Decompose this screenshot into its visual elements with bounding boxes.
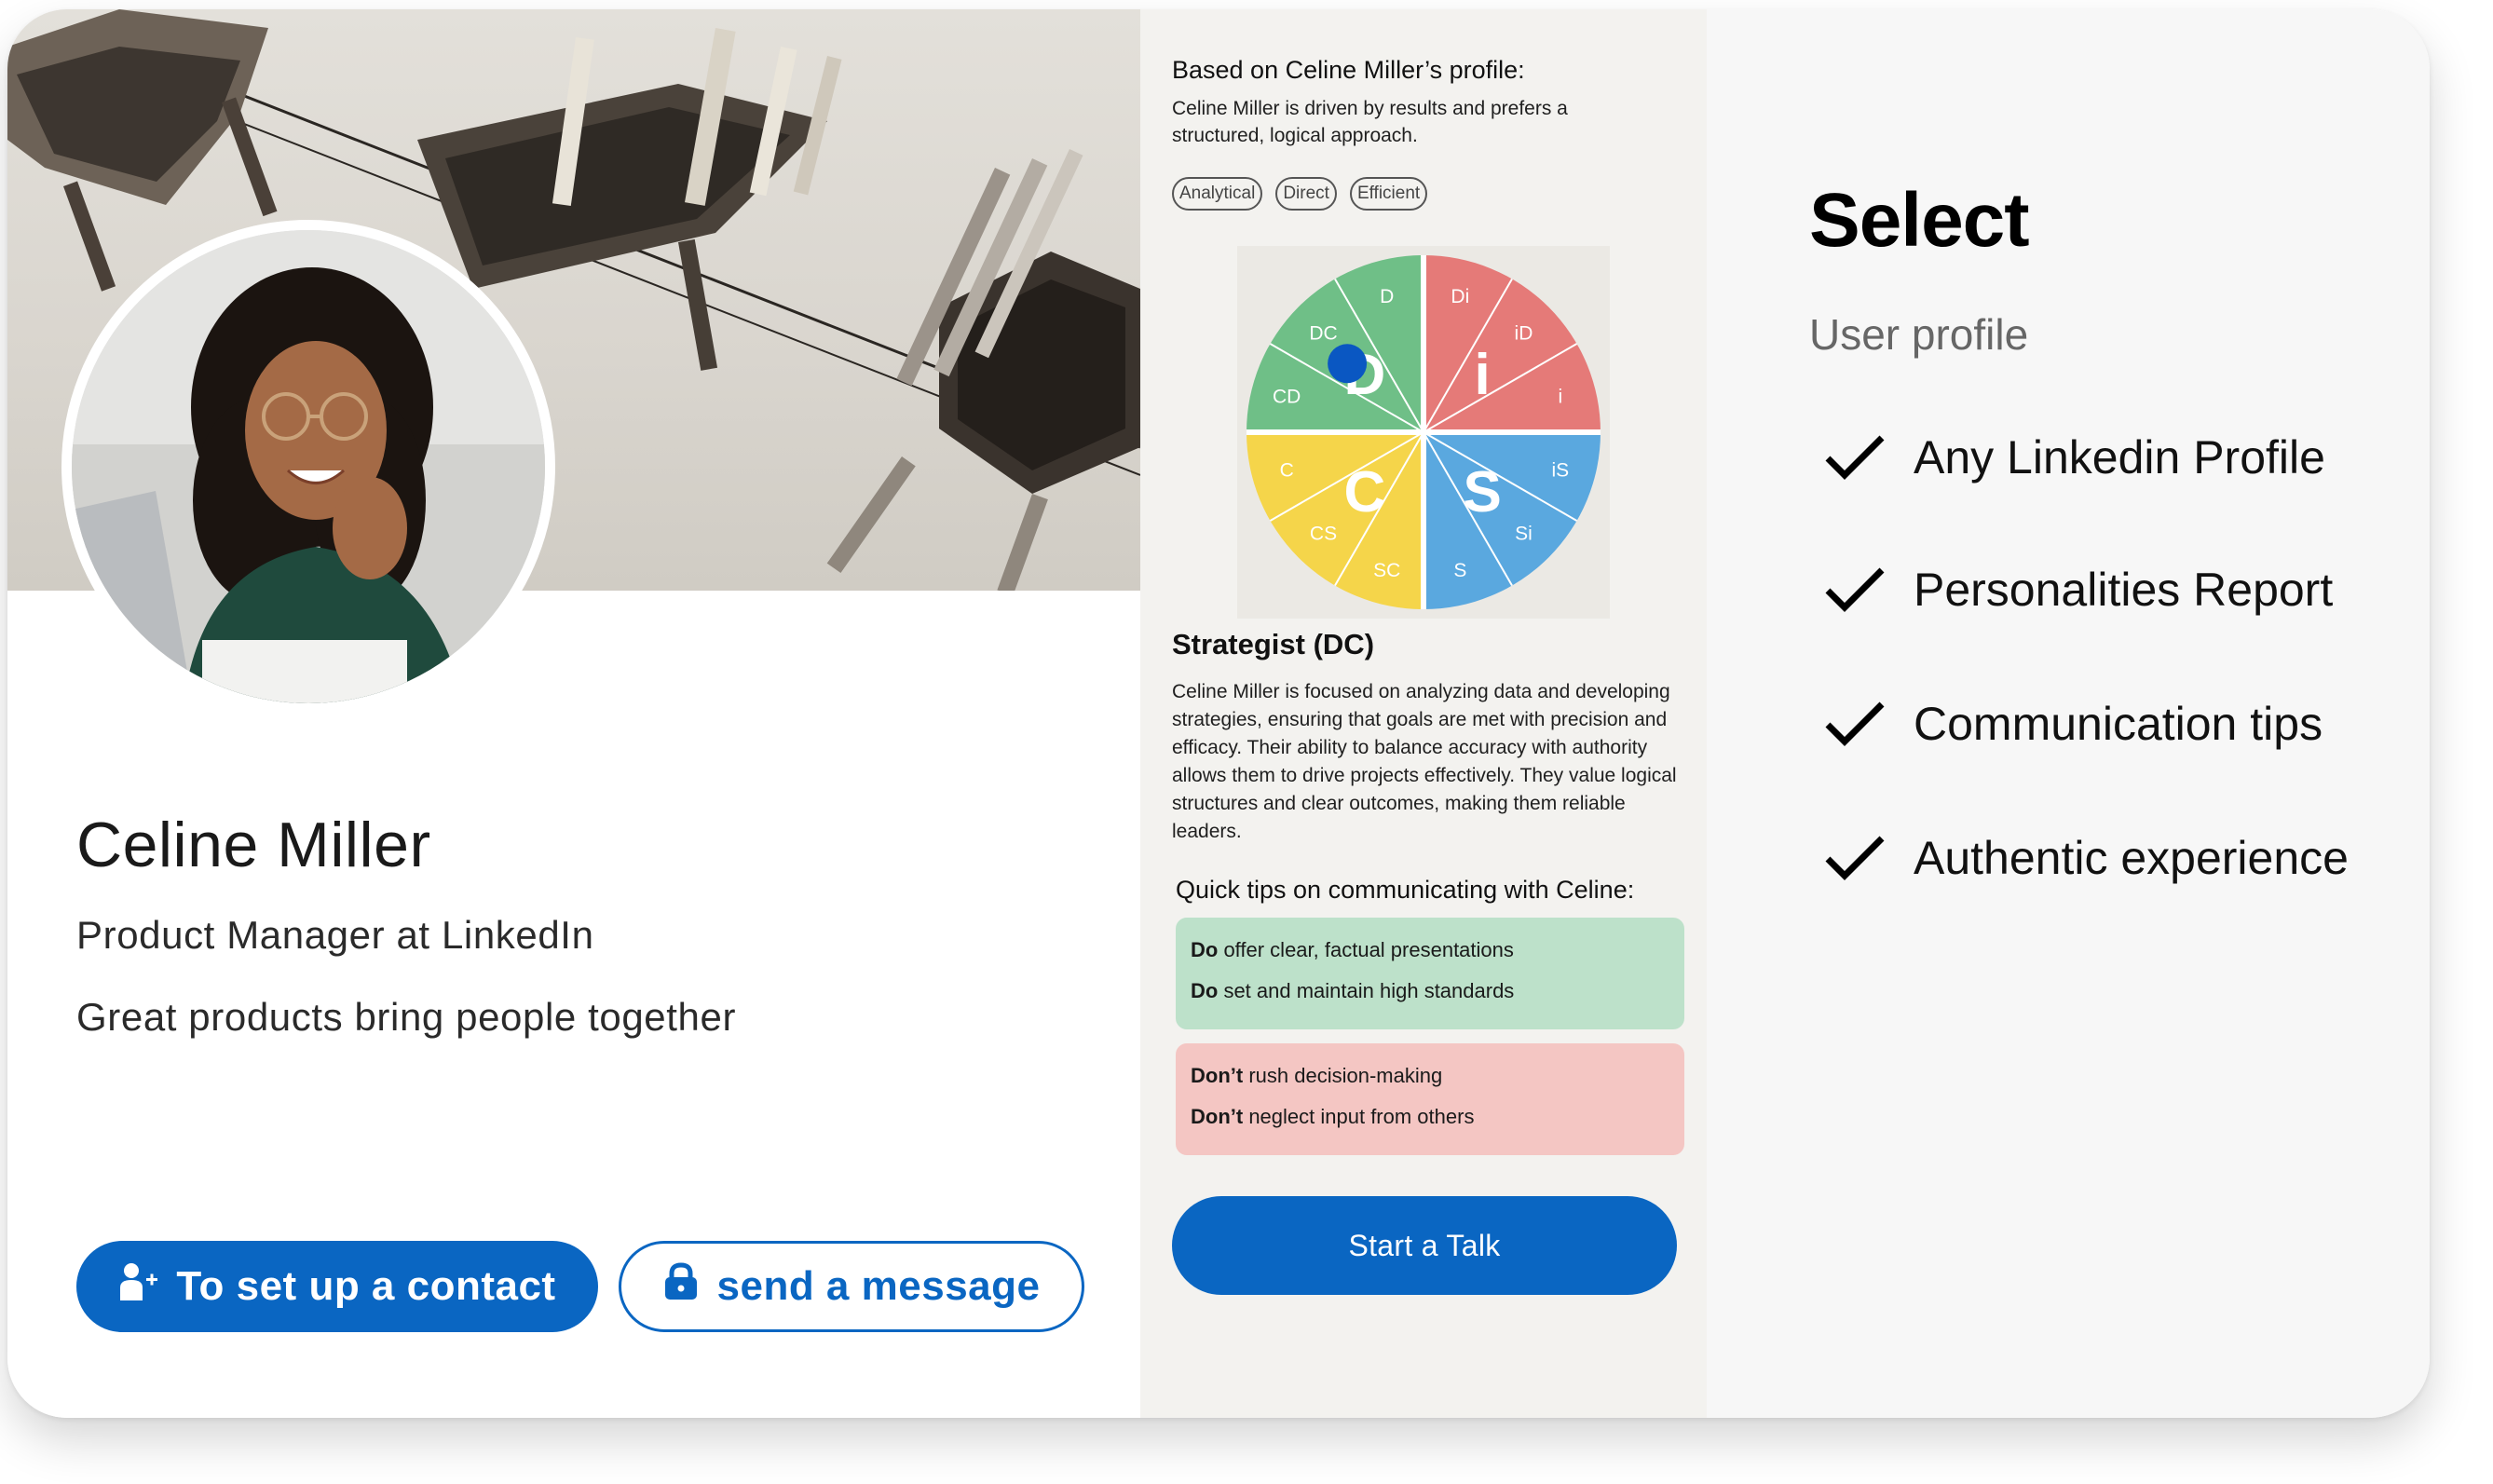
trait-chip: Efficient <box>1349 177 1428 211</box>
lock-icon <box>663 1261 699 1312</box>
disc-quadrant-letter: C <box>1343 460 1385 524</box>
start-talk-button[interactable]: Start a Talk <box>1172 1196 1677 1295</box>
checkmark-icon <box>1825 701 1885 746</box>
feature-item: Personalities Report <box>1824 563 2333 617</box>
select-title: Select <box>1809 178 2030 263</box>
set-up-contact-button[interactable]: To set up a contact <box>76 1241 598 1332</box>
feature-label: Personalities Report <box>1914 564 2334 616</box>
send-message-button[interactable]: send a message <box>619 1241 1084 1332</box>
disc-segment-label: iS <box>1551 459 1569 481</box>
report-heading: Based on Celine Miller’s profile: <box>1172 56 1525 84</box>
disc-segment-label: i <box>1558 387 1562 408</box>
checkmark-icon <box>1825 836 1885 880</box>
disc-segment-label: Si <box>1515 523 1533 544</box>
disc-segment-label: C <box>1280 459 1294 481</box>
feature-item: Authentic experience <box>1824 831 2349 885</box>
profile-name: Celine Miller <box>76 810 431 880</box>
disc-segment-label: iD <box>1515 323 1533 345</box>
disc-quadrant-letter: S <box>1463 460 1501 524</box>
send-message-label: send a message <box>716 1263 1041 1309</box>
disc-segment-label: S <box>1453 560 1466 581</box>
feature-label: Communication tips <box>1914 698 2323 750</box>
dont-tip: Don’t neglect input from others <box>1191 1105 1475 1128</box>
profile-title: Product Manager at LinkedIn <box>76 913 594 957</box>
disc-position-marker <box>1328 344 1368 384</box>
checkmark-icon <box>1825 435 1885 480</box>
disc-wheel: DiiDiiSSiSSCCSCCDDCDD iSC <box>1237 246 1610 619</box>
feature-item: Communication tips <box>1824 697 2323 751</box>
disc-segment-label: CS <box>1310 523 1337 544</box>
tips-title: Quick tips on communicating with Celine: <box>1176 876 1635 904</box>
disc-segment-label: Di <box>1451 286 1469 307</box>
trait-chips: Analytical Direct Efficient <box>1172 177 1428 211</box>
profile-photo <box>61 220 555 714</box>
do-tips-box: Do offer clear, factual presentations Do… <box>1176 918 1684 1029</box>
personality-report-panel: Based on Celine Miller’s profile: Celine… <box>1140 9 1707 1418</box>
disc-quadrant-letter: i <box>1475 343 1491 407</box>
report-summary: Celine Miller is driven by results and p… <box>1172 98 1568 146</box>
select-subtitle: User profile <box>1809 310 2029 359</box>
disc-segment-label: SC <box>1373 560 1400 581</box>
disc-segment-label: CD <box>1273 387 1301 408</box>
feature-item: Any Linkedin Profile <box>1824 430 2325 484</box>
dont-tip: Don’t rush decision-making <box>1191 1064 1443 1087</box>
profile-tagline: Great products bring people together <box>76 995 737 1039</box>
do-tip: Do offer clear, factual presentations <box>1191 938 1514 961</box>
checkmark-icon <box>1825 567 1885 612</box>
feature-label: Any Linkedin Profile <box>1914 431 2325 483</box>
personality-type-description: Celine Miller is focused on analyzing da… <box>1172 681 1677 842</box>
trait-chip: Analytical <box>1172 177 1263 211</box>
select-panel: Select User profile Any Linkedin Profile… <box>1707 9 2430 1418</box>
set-up-contact-label: To set up a contact <box>176 1263 556 1309</box>
trait-chip: Direct <box>1275 177 1337 211</box>
profile-card: Celine Miller Product Manager at LinkedI… <box>7 9 2430 1418</box>
disc-segment-label: D <box>1380 286 1394 307</box>
profile-panel: Celine Miller Product Manager at LinkedI… <box>7 9 1140 1418</box>
feature-label: Authentic experience <box>1914 832 2349 884</box>
disc-segment-label: DC <box>1309 323 1337 345</box>
dont-tips-box: Don’t rush decision-making Don’t neglect… <box>1176 1043 1684 1155</box>
personality-type-title: Strategist (DC) <box>1172 628 1375 660</box>
add-person-icon <box>118 1261 159 1313</box>
do-tip: Do set and maintain high standards <box>1191 979 1515 1002</box>
